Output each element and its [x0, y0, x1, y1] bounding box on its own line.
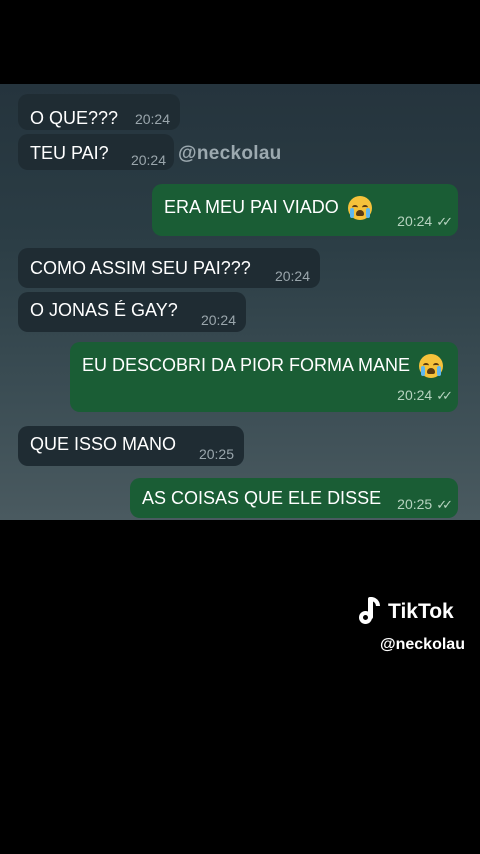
message-incoming[interactable]: QUE ISSO MANO 20:25	[18, 426, 244, 466]
message-time-text: 20:25	[397, 496, 433, 512]
message-incoming[interactable]: O QUE??? 20:24	[18, 94, 180, 130]
message-incoming[interactable]: O JONAS É GAY? 20:24	[18, 292, 246, 332]
message-outgoing[interactable]: ERA MEU PAI VIADO 20:24 ✓✓	[152, 184, 458, 236]
message-time: 20:24 ✓✓	[397, 387, 453, 404]
message-text: COMO ASSIM SEU PAI???	[30, 258, 251, 278]
message-time: 20:24	[274, 268, 310, 284]
chat-screenshot: @neckolau O QUE??? 20:24 TEU PAI? 20:24 …	[0, 84, 480, 520]
loudly-crying-face-icon	[419, 354, 444, 378]
message-time: 20:24	[134, 111, 170, 127]
message-text-content: EU DESCOBRI DA PIOR FORMA MANE	[82, 354, 411, 375]
message-incoming[interactable]: TEU PAI? 20:24	[18, 134, 174, 170]
message-outgoing[interactable]: EU DESCOBRI DA PIOR FORMA MANE 20:24 ✓✓	[70, 342, 458, 412]
read-ticks-icon: ✓✓	[436, 388, 453, 403]
tiktok-logo: TikTok	[356, 597, 454, 627]
tiktok-icon	[356, 597, 382, 627]
message-text: O JONAS É GAY?	[30, 300, 178, 320]
message-time: 20:25 ✓✓	[397, 496, 453, 513]
message-text: O QUE???	[30, 108, 119, 128]
message-text: AS COISAS QUE ELE DISSE	[142, 488, 382, 508]
message-text: TEU PAI?	[30, 143, 109, 163]
message-time-text: 20:24	[397, 213, 433, 229]
message-time: 20:25	[198, 446, 234, 462]
message-time: 20:24	[200, 312, 236, 328]
message-incoming[interactable]: COMO ASSIM SEU PAI??? 20:24	[18, 248, 320, 288]
message-text: QUE ISSO MANO	[30, 434, 177, 454]
tiktok-brand: TikTok	[388, 600, 454, 623]
tiktok-handle: @neckolau	[380, 636, 465, 653]
watermark: @neckolau	[178, 143, 282, 164]
message-outgoing[interactable]: AS COISAS QUE ELE DISSE 20:25 ✓✓	[130, 478, 458, 518]
read-ticks-icon: ✓✓	[436, 497, 453, 512]
message-text: EU DESCOBRI DA PIOR FORMA MANE	[82, 354, 444, 378]
message-time-text: 20:24	[397, 387, 433, 403]
loudly-crying-face-icon	[347, 196, 372, 220]
message-time: 20:24 ✓✓	[397, 213, 453, 230]
read-ticks-icon: ✓✓	[436, 214, 453, 229]
message-time: 20:24	[130, 152, 166, 168]
message-text-content: ERA MEU PAI VIADO	[164, 196, 339, 217]
message-text: ERA MEU PAI VIADO	[164, 196, 372, 220]
